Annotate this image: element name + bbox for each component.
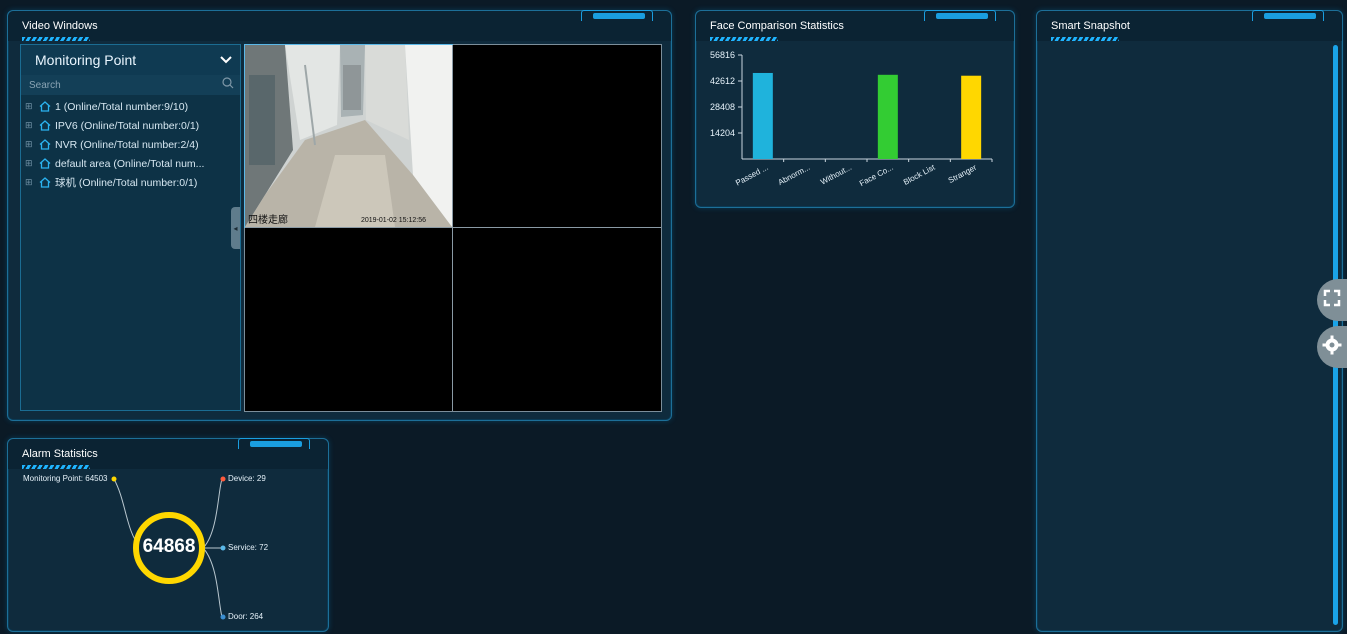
tree-item-dome-camera[interactable]: ⊞ 球机 (Online/Total number:0/1): [21, 173, 240, 192]
tree-item-nvr[interactable]: ⊞ NVR (Online/Total number:2/4): [21, 135, 240, 154]
video-windows-panel: Video Windows Monitoring Point ⊞ 1 (Onli…: [7, 10, 672, 421]
home-icon: [39, 177, 55, 188]
home-icon: [39, 120, 55, 131]
expand-icon[interactable]: ⊞: [25, 101, 39, 112]
tree-header[interactable]: Monitoring Point: [21, 45, 240, 75]
panel-header: Video Windows: [8, 10, 671, 41]
service-label: Service: 72: [228, 543, 269, 552]
tree-item-label: 1 (Online/Total number:9/10): [55, 100, 189, 113]
tree-item-label: NVR (Online/Total number:2/4): [55, 138, 199, 151]
y-tick-label: 14204: [710, 128, 735, 138]
bar: [961, 75, 982, 159]
alarm-total: 64868: [142, 536, 196, 557]
x-tick-label: Face Co...: [858, 163, 895, 188]
header-tab: [936, 13, 988, 19]
camera-timestamp: 2019-01-02 15:12:56: [361, 217, 426, 224]
face-comparison-panel: Face Comparison Statistics 56816 42612 284…: [695, 10, 1015, 208]
expand-icon[interactable]: ⊞: [25, 120, 39, 131]
home-icon: [39, 101, 55, 112]
grid-divider: [245, 227, 661, 228]
monitoring-point-node: [111, 476, 117, 482]
tree-item-1[interactable]: ⊞ 1 (Online/Total number:9/10): [21, 97, 240, 116]
y-tick-label: 28408: [710, 102, 735, 112]
camera-name: 四楼走廊: [248, 215, 288, 226]
door-label: Door: 264: [228, 612, 264, 621]
face-bar-chart: 56816 42612 28408 14204 Passed ... Abnorm... W…: [710, 50, 993, 188]
panel-header: Face Comparison Statistics: [696, 10, 1014, 41]
home-icon: [39, 139, 55, 150]
device-node: [220, 476, 226, 482]
x-tick-label: Without...: [819, 163, 853, 187]
video-cell-1[interactable]: 四楼走廊 2019-01-02 15:12:56: [244, 44, 453, 228]
search-icon[interactable]: [222, 76, 234, 94]
header-tab: [593, 13, 645, 19]
tree-header-label: Monitoring Point: [35, 52, 137, 68]
tree-item-label: default area (Online/Total num...: [55, 157, 205, 170]
title-underline: [1051, 37, 1119, 41]
expand-icon[interactable]: ⊞: [25, 139, 39, 150]
panel-title: Video Windows: [22, 20, 98, 32]
panel-header: Smart Snapshot: [1037, 10, 1342, 41]
tree-item-label: 球机 (Online/Total number:0/1): [55, 177, 198, 189]
panel-title: Face Comparison Statistics: [710, 20, 844, 32]
panel-title: Alarm Statistics: [22, 448, 98, 460]
title-underline: [710, 37, 778, 41]
video-cell-2[interactable]: [453, 45, 661, 227]
bar: [877, 74, 898, 159]
header-tab: [250, 441, 302, 447]
header-tab: [1264, 13, 1316, 19]
tree-item-label: IPV6 (Online/Total number:0/1): [55, 119, 200, 132]
monitoring-point-tree: Monitoring Point ⊞ 1 (Online/Total numbe…: [20, 44, 241, 411]
y-tick-label: 56816: [710, 50, 735, 60]
video-cell-4[interactable]: [453, 228, 661, 411]
service-node: [220, 545, 226, 551]
y-tick-label: 42612: [710, 76, 735, 86]
title-underline: [22, 465, 90, 469]
x-tick-label: Passed ...: [734, 163, 770, 188]
fullscreen-icon: [1323, 289, 1341, 312]
corridor-video-frame: [245, 45, 452, 227]
search-input[interactable]: [27, 78, 201, 92]
panel-header: Alarm Statistics: [8, 438, 328, 469]
panel-title: Smart Snapshot: [1051, 20, 1130, 32]
video-cell-3[interactable]: [245, 228, 452, 411]
tree-list: ⊞ 1 (Online/Total number:9/10) ⊞ IPV6 (O…: [21, 95, 240, 192]
gear-icon: [1322, 335, 1342, 360]
expand-icon[interactable]: ⊞: [25, 177, 39, 188]
door-node: [220, 614, 226, 620]
video-grid: 四楼走廊 2019-01-02 15:12:56: [244, 44, 662, 412]
x-tick-label: Stranger: [947, 163, 979, 186]
title-underline: [22, 37, 90, 41]
tree-search: [21, 75, 240, 95]
tree-item-ipv6[interactable]: ⊞ IPV6 (Online/Total number:0/1): [21, 116, 240, 135]
grid-divider: [452, 45, 453, 411]
bar: [752, 72, 773, 159]
monitoring-point-label: Monitoring Point: 64503: [23, 474, 108, 483]
link-line: [203, 548, 223, 618]
tree-item-default-area[interactable]: ⊞ default area (Online/Total num...: [21, 154, 240, 173]
smart-snapshot-panel: Smart Snapshot: [1036, 10, 1343, 632]
alarm-statistics-panel: Alarm Statistics 64868 Monitoring Point:…: [7, 438, 329, 632]
x-tick-label: Abnorm...: [777, 163, 812, 187]
chevron-down-icon[interactable]: [220, 51, 232, 69]
device-label: Device: 29: [228, 474, 266, 483]
x-tick-label: Block List: [902, 162, 937, 186]
home-icon: [39, 158, 55, 169]
expand-icon[interactable]: ⊞: [25, 158, 39, 169]
collapse-handle[interactable]: ◂: [231, 207, 240, 249]
